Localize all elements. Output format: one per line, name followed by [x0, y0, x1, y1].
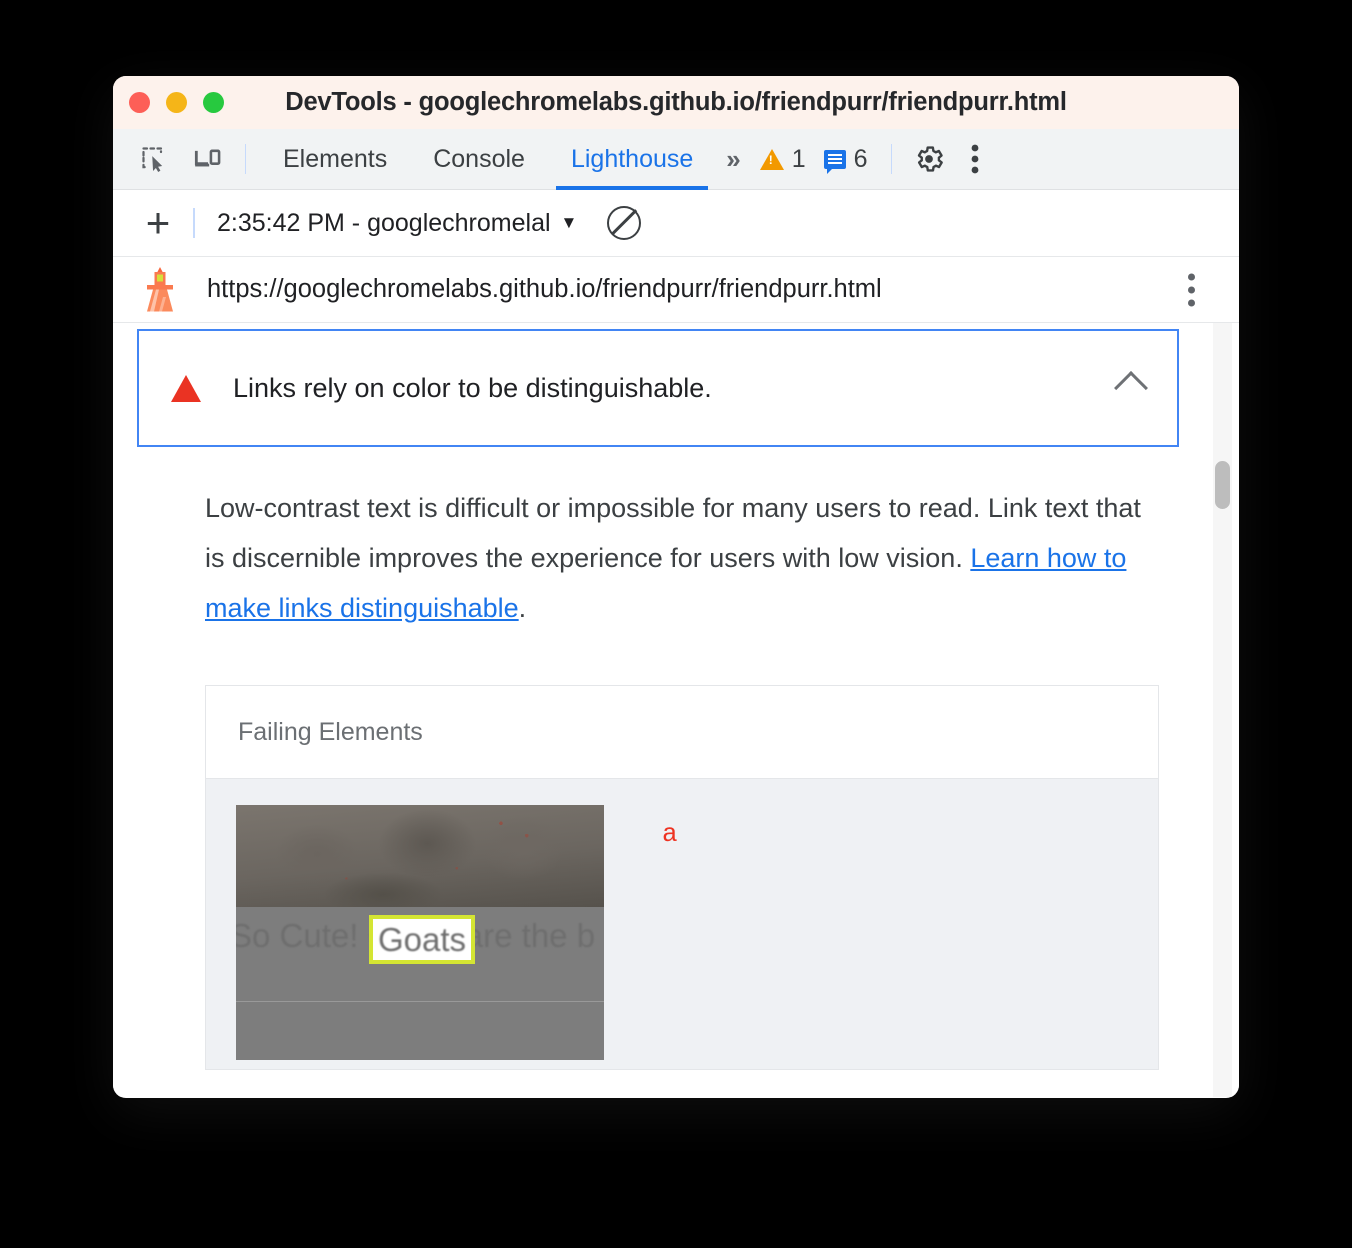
- traffic-lights: [129, 92, 224, 113]
- tab-lighthouse[interactable]: Lighthouse: [548, 129, 716, 190]
- red-triangle-icon: [171, 374, 201, 402]
- thumbnail-photo: [236, 805, 604, 907]
- maximize-window-button[interactable]: [203, 92, 224, 113]
- lighthouse-run-bar: + 2:35:42 PM - googlechromelal ▼: [113, 190, 1239, 257]
- element-tag-name: a: [662, 819, 678, 849]
- chevron-double-right-icon[interactable]: »: [716, 144, 750, 175]
- chevron-up-icon[interactable]: [1114, 371, 1148, 405]
- report-url: https://googlechromelabs.github.io/frien…: [207, 275, 882, 303]
- table-row[interactable]: So Cute! Goats are the b Goats a: [206, 779, 1158, 1069]
- audit-title: Links rely on color to be distinguishabl…: [233, 372, 712, 403]
- warning-counter[interactable]: 1: [751, 145, 815, 174]
- message-bubble-icon: [823, 149, 846, 174]
- tab-elements[interactable]: Elements: [260, 129, 410, 190]
- devtools-window: DevTools - googlechromelabs.github.io/fr…: [113, 76, 1239, 1098]
- lighthouse-icon: [137, 265, 183, 315]
- thumbnail-divider: [236, 1001, 604, 1002]
- minimize-window-button[interactable]: [166, 92, 187, 113]
- device-toolbar-icon[interactable]: [185, 136, 231, 182]
- warning-triangle-icon: [759, 148, 784, 170]
- new-report-button[interactable]: +: [135, 202, 181, 244]
- audit-description-period: .: [518, 593, 527, 623]
- caret-down-icon: ▼: [560, 213, 578, 232]
- gear-icon[interactable]: [906, 136, 952, 182]
- warning-count: 1: [791, 144, 806, 173]
- audit-description: Low-contrast text is difficult or imposs…: [205, 483, 1159, 633]
- failing-elements-table: Failing Elements So Cute! Goats are the …: [205, 685, 1159, 1070]
- devtools-tabstrip: Elements Console Lighthouse » 1 6: [113, 129, 1239, 190]
- message-count: 6: [853, 144, 868, 173]
- table-column-header: Failing Elements: [206, 686, 1158, 779]
- toolbar-divider-2: [890, 144, 892, 174]
- run-selector-dropdown[interactable]: 2:35:42 PM - googlechromelal ▼: [217, 209, 577, 238]
- report-menu-icon[interactable]: [1188, 273, 1195, 306]
- kebab-menu-icon[interactable]: [952, 136, 998, 182]
- report-scrollbar-thumb[interactable]: [1215, 461, 1230, 509]
- message-counter[interactable]: 6: [815, 145, 877, 174]
- runbar-divider: [193, 208, 195, 238]
- close-window-button[interactable]: [129, 92, 150, 113]
- audit-item-links-color[interactable]: Links rely on color to be distinguishabl…: [137, 329, 1179, 447]
- no-entry-icon[interactable]: [607, 206, 642, 240]
- run-selector-value: 2:35:42 PM - googlechromelal: [217, 208, 551, 237]
- element-highlight-box: Goats: [369, 915, 475, 964]
- report-scrollbar-track[interactable]: [1213, 323, 1232, 1097]
- tab-console[interactable]: Console: [410, 129, 548, 190]
- toolbar-divider: [245, 144, 246, 174]
- highlighted-text: Goats: [377, 920, 467, 958]
- window-title: DevTools - googlechromelabs.github.io/fr…: [285, 88, 1067, 116]
- report-url-bar: https://googlechromelabs.github.io/frien…: [113, 257, 1239, 323]
- inspect-element-icon[interactable]: [131, 136, 177, 182]
- lighthouse-report-body: Links rely on color to be distinguishabl…: [113, 323, 1239, 1097]
- element-screenshot-thumbnail[interactable]: So Cute! Goats are the b Goats: [236, 805, 604, 1060]
- window-titlebar: DevTools - googlechromelabs.github.io/fr…: [113, 76, 1239, 129]
